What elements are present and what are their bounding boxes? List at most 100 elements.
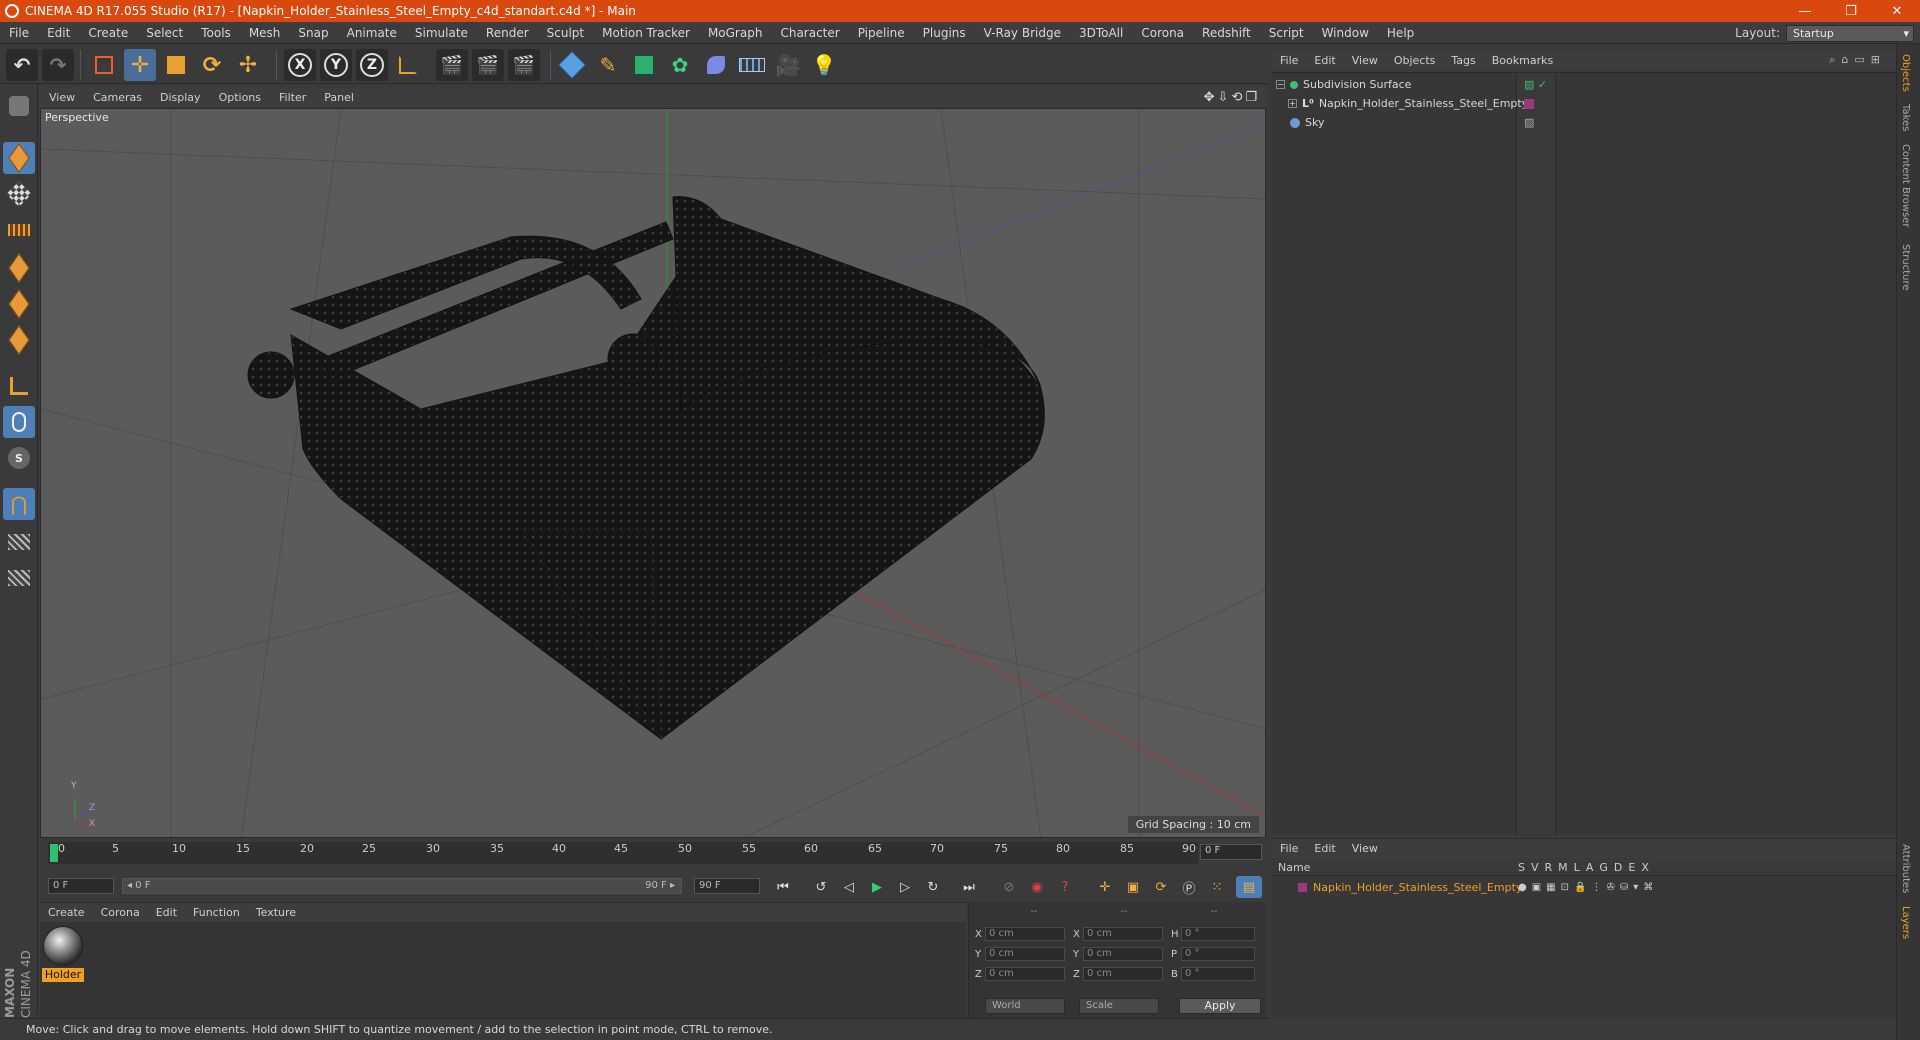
live-selection-button[interactable]: [88, 49, 120, 81]
render-view-button[interactable]: 🎬: [436, 49, 468, 81]
next-frame-button[interactable]: ▷: [892, 876, 918, 898]
texture-mode-button[interactable]: [3, 178, 35, 210]
position-y-field[interactable]: 0 cm: [985, 947, 1065, 961]
layout-dropdown[interactable]: Startup: [1786, 24, 1914, 42]
scale-key-button[interactable]: ▣: [1120, 876, 1146, 898]
z-axis-button[interactable]: Z: [356, 49, 388, 81]
layers-menu-edit[interactable]: Edit: [1306, 842, 1343, 855]
objects-menu-tags[interactable]: Tags: [1443, 54, 1483, 67]
coordinate-space-dropdown[interactable]: World: [985, 998, 1065, 1014]
light-button[interactable]: 💡: [808, 49, 840, 81]
y-axis-button[interactable]: Y: [320, 49, 352, 81]
record-motion-button[interactable]: ⊘: [996, 876, 1022, 898]
rotation-key-button[interactable]: ⟳: [1148, 876, 1174, 898]
layers-menu-view[interactable]: View: [1344, 842, 1386, 855]
lock-workplane-button[interactable]: [3, 526, 35, 558]
menu-snap[interactable]: Snap: [289, 26, 337, 40]
menu-corona[interactable]: Corona: [1132, 26, 1193, 40]
move-tool-button[interactable]: ✛: [124, 49, 156, 81]
size-mode-dropdown[interactable]: Scale: [1079, 998, 1159, 1014]
frame-range-slider[interactable]: ◂ 0 F 90 F ▸: [122, 878, 682, 894]
deformer-button[interactable]: [700, 49, 732, 81]
point-level-key-button[interactable]: ⁙: [1204, 876, 1230, 898]
objects-menu-file[interactable]: File: [1272, 54, 1306, 67]
go-to-start-button[interactable]: ⏮: [770, 876, 796, 898]
keyframe-selection-button[interactable]: ?: [1052, 876, 1078, 898]
menu-mesh[interactable]: Mesh: [240, 26, 290, 40]
material-menu-edit[interactable]: Edit: [148, 906, 185, 919]
timeline-button[interactable]: ▤: [1236, 876, 1262, 898]
menu-mograph[interactable]: MoGraph: [699, 26, 772, 40]
napkin-holder-model[interactable]: [247, 196, 1045, 741]
menu-redshift[interactable]: Redshift: [1193, 26, 1260, 40]
object-row[interactable]: + L⁰ Napkin_Holder_Stainless_Steel_Empty: [1272, 94, 1896, 113]
position-z-field[interactable]: 0 cm: [985, 967, 1065, 981]
current-frame-field[interactable]: 0 F: [1200, 844, 1262, 860]
viewport-nav-icons[interactable]: ✥⇩⟲❐: [1204, 90, 1260, 105]
material-holder[interactable]: Holder: [40, 922, 88, 986]
visibility-icon[interactable]: ▨: [1524, 116, 1534, 129]
playhead-marker[interactable]: [50, 844, 58, 862]
rotation-h-field[interactable]: 0 °: [1181, 927, 1255, 941]
rotate-tool-button[interactable]: ⟳: [196, 49, 228, 81]
menu-window[interactable]: Window: [1313, 26, 1378, 40]
menu-script[interactable]: Script: [1260, 26, 1313, 40]
visibility-check-icon[interactable]: ▨ ✓: [1524, 78, 1547, 91]
maximize-button[interactable]: ❐: [1828, 4, 1874, 19]
menu-render[interactable]: Render: [477, 26, 538, 40]
minimize-button[interactable]: —: [1782, 4, 1828, 19]
menu-plugins[interactable]: Plugins: [914, 26, 975, 40]
menu-tools[interactable]: Tools: [192, 26, 240, 40]
tab-layers[interactable]: Layers: [1900, 906, 1911, 939]
size-y-field[interactable]: 0 cm: [1083, 947, 1163, 961]
close-button[interactable]: ✕: [1874, 4, 1920, 19]
make-editable-button[interactable]: [3, 90, 35, 122]
polygons-mode-button[interactable]: [3, 324, 35, 356]
menu-3dtoall[interactable]: 3DToAll: [1070, 26, 1132, 40]
viewport-menu-filter[interactable]: Filter: [270, 91, 315, 104]
parameter-key-button[interactable]: Ⓟ: [1176, 876, 1202, 898]
snap-button[interactable]: S: [3, 442, 35, 474]
objects-menu-objects[interactable]: Objects: [1386, 54, 1444, 67]
pen-spline-button[interactable]: ✎: [592, 49, 624, 81]
apply-button[interactable]: Apply: [1179, 998, 1261, 1014]
viewport-menu-view[interactable]: View: [40, 91, 84, 104]
undo-button[interactable]: ↶: [6, 49, 38, 81]
object-row[interactable]: Sky ▨: [1272, 113, 1896, 132]
menu-file[interactable]: File: [0, 26, 38, 40]
previous-key-button[interactable]: ↺: [808, 876, 834, 898]
menu-pipeline[interactable]: Pipeline: [849, 26, 914, 40]
next-key-button[interactable]: ↻: [920, 876, 946, 898]
menu-vray-bridge[interactable]: V-Ray Bridge: [975, 26, 1070, 40]
model-mode-button[interactable]: [3, 142, 35, 174]
coordinate-system-button[interactable]: [392, 49, 424, 81]
timeline-ruler[interactable]: 0 5 10 15 20 25 30 35 40 45 50 55 60 65 …: [48, 842, 1198, 864]
cloner-button[interactable]: ✿: [664, 49, 696, 81]
render-to-picture-viewer-button[interactable]: 🎬: [472, 49, 504, 81]
rotation-p-field[interactable]: 0 °: [1181, 947, 1255, 961]
menu-create[interactable]: Create: [79, 26, 137, 40]
camera-button[interactable]: 🎥: [772, 49, 804, 81]
size-x-field[interactable]: 0 cm: [1083, 927, 1163, 941]
size-z-field[interactable]: 0 cm: [1083, 967, 1163, 981]
axis-mode-button[interactable]: [3, 370, 35, 402]
objects-menu-bookmarks[interactable]: Bookmarks: [1484, 54, 1561, 67]
tab-objects[interactable]: Objects: [1900, 54, 1911, 92]
play-button[interactable]: ▶: [864, 876, 890, 898]
go-to-end-button[interactable]: ⏭: [956, 876, 982, 898]
position-x-field[interactable]: 0 cm: [985, 927, 1065, 941]
start-frame-field[interactable]: 0 F: [48, 878, 114, 894]
position-key-button[interactable]: ✛: [1092, 876, 1118, 898]
menu-motion-tracker[interactable]: Motion Tracker: [593, 26, 699, 40]
menu-select[interactable]: Select: [137, 26, 192, 40]
workplane-mode-button[interactable]: [3, 214, 35, 246]
cube-object-button[interactable]: [556, 49, 588, 81]
material-menu-create[interactable]: Create: [40, 906, 93, 919]
viewport-menu-options[interactable]: Options: [210, 91, 270, 104]
end-frame-field[interactable]: 90 F: [694, 878, 760, 894]
layer-row[interactable]: Napkin_Holder_Stainless_Steel_Empty ●▣▦⊡…: [1272, 878, 1896, 897]
menu-sculpt[interactable]: Sculpt: [538, 26, 593, 40]
material-menu-texture[interactable]: Texture: [248, 906, 304, 919]
menu-help[interactable]: Help: [1378, 26, 1423, 40]
expand-icon[interactable]: +: [1288, 99, 1297, 108]
